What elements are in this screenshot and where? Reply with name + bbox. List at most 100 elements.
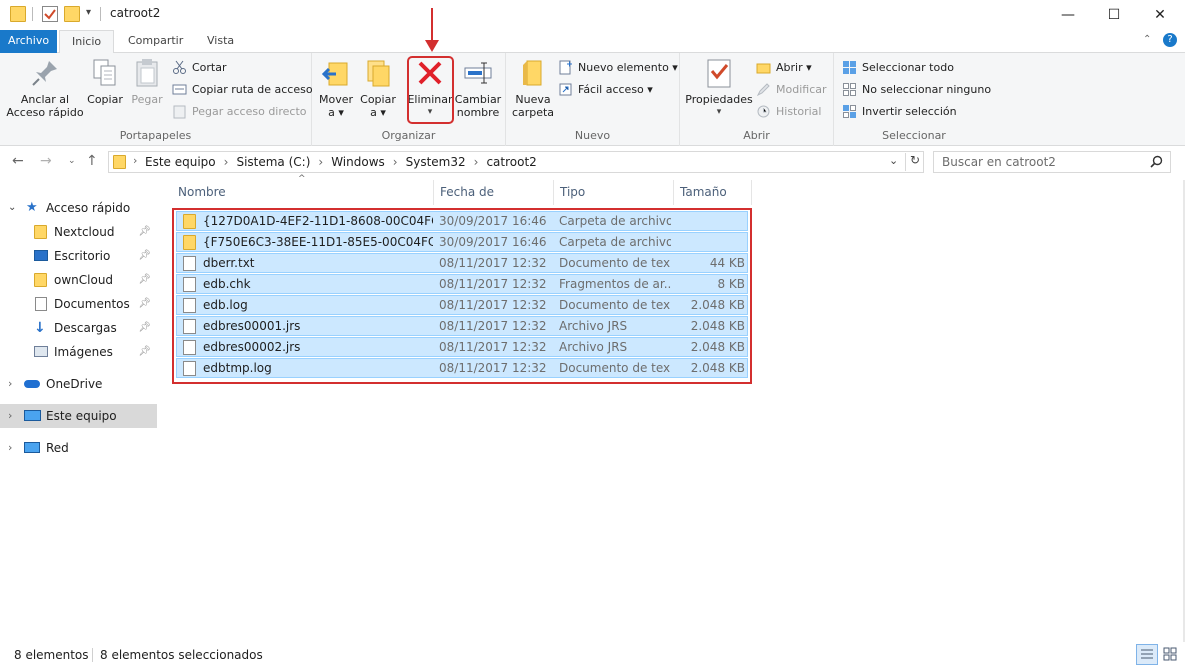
selection-highlight-box	[172, 208, 752, 384]
nav-quick-access[interactable]: ⌄ ★ Acceso rápido	[0, 196, 157, 220]
tab-archivo[interactable]: Archivo	[0, 30, 57, 53]
nav-label: OneDrive	[46, 377, 103, 391]
collapse-ribbon-icon[interactable]: ⌃	[1143, 34, 1151, 45]
group-label-portapapeles: Portapapeles	[119, 129, 192, 142]
forward-arrow-icon[interactable]: →	[40, 153, 52, 169]
move-to-button[interactable]: Mover a ▾	[316, 57, 356, 119]
properties-check-icon[interactable]	[42, 6, 58, 22]
group-label-organizar: Organizar	[381, 129, 436, 142]
breadcrumb-chevron-icon[interactable]: ›	[318, 154, 323, 170]
history-button[interactable]: Historial	[756, 102, 821, 122]
navigation-bar: ← → ⌄ ↑ › Este equipo › Sistema (C:) › W…	[0, 147, 1185, 177]
nav-onedrive[interactable]: › OneDrive	[0, 372, 157, 396]
move-to-label-line2: a ▾	[328, 106, 344, 119]
new-folder-icon[interactable]	[64, 6, 80, 22]
breadcrumb-item[interactable]: System32	[406, 154, 466, 170]
large-icons-view-icon[interactable]	[1160, 644, 1182, 665]
nav-this-pc[interactable]: › Este equipo	[0, 404, 157, 428]
column-header-name[interactable]: Nombre	[172, 180, 434, 205]
breadcrumb-item[interactable]: catroot2	[486, 154, 536, 170]
ribbon: Anclar al Acceso rápido Copiar Pegar Cor…	[0, 53, 1185, 146]
column-header-date[interactable]: Fecha de modifica...	[434, 180, 554, 224]
customize-qat-icon[interactable]: ▾	[86, 7, 91, 18]
pin-icon[interactable]: 📌︎	[138, 220, 151, 244]
breadcrumb-chevron-icon[interactable]: ›	[133, 154, 137, 167]
easy-access-label: Fácil acceso ▾	[578, 83, 653, 96]
breadcrumb-chevron-icon[interactable]: ›	[393, 154, 398, 170]
pin-icon[interactable]: 📌︎	[138, 340, 151, 364]
open-label: Abrir ▾	[776, 61, 812, 74]
easy-access-button[interactable]: Fácil acceso ▾	[558, 80, 653, 100]
refresh-icon[interactable]: ↻	[905, 153, 920, 171]
window-title: catroot2	[110, 6, 161, 20]
new-folder-label-line2: carpeta	[511, 106, 555, 119]
cloud-icon	[24, 380, 40, 388]
nav-item-escritorio[interactable]: Escritorio 📌︎	[0, 244, 157, 268]
tab-vista[interactable]: Vista	[195, 30, 246, 53]
group-portapapeles: Anclar al Acceso rápido Copiar Pegar Cor…	[0, 53, 313, 146]
move-to-icon	[320, 57, 352, 89]
select-none-button[interactable]: No seleccionar ninguno	[842, 80, 991, 100]
copy-to-button[interactable]: Copiar a ▾	[358, 57, 398, 119]
expand-chevron-icon[interactable]: ›	[8, 436, 12, 460]
pin-label-line1: Anclar al	[20, 93, 70, 106]
breadcrumb-item[interactable]: Windows	[331, 154, 385, 170]
pin-icon[interactable]: 📌︎	[138, 244, 151, 268]
up-arrow-icon[interactable]: ↑	[86, 153, 98, 169]
column-header-type[interactable]: Tipo	[554, 180, 674, 205]
breadcrumb-chevron-icon[interactable]: ›	[474, 154, 479, 170]
address-dropdown-icon[interactable]: ⌄	[889, 154, 898, 167]
paste-button[interactable]: Pegar	[128, 57, 166, 106]
search-input[interactable]: Buscar en catroot2	[933, 151, 1171, 173]
rename-button[interactable]: Cambiar nombre	[454, 57, 502, 119]
breadcrumb-item[interactable]: Este equipo	[145, 154, 216, 170]
nav-item-owncloud[interactable]: ownCloud 📌︎	[0, 268, 157, 292]
maximize-button[interactable]: ☐	[1091, 0, 1137, 30]
close-button[interactable]: ✕	[1137, 0, 1183, 30]
paste-shortcut-button[interactable]: Pegar acceso directo	[172, 102, 307, 122]
search-icon	[1150, 155, 1163, 171]
expand-chevron-icon[interactable]: ›	[8, 372, 12, 396]
nav-label: Este equipo	[46, 409, 117, 423]
select-none-label: No seleccionar ninguno	[862, 83, 992, 96]
nav-item-documentos[interactable]: Documentos 📌︎	[0, 292, 157, 316]
pin-quick-access-button[interactable]: Anclar al Acceso rápido	[6, 57, 84, 119]
properties-dropdown-caret[interactable]: ▾	[684, 106, 754, 119]
properties-button[interactable]: Propiedades ▾	[684, 57, 754, 119]
details-view-icon[interactable]	[1136, 644, 1158, 665]
minimize-button[interactable]: —	[1045, 0, 1091, 30]
tab-inicio[interactable]: Inicio	[59, 30, 115, 54]
pin-icon[interactable]: 📌︎	[138, 268, 151, 292]
nav-network[interactable]: › Red	[0, 436, 157, 460]
new-folder-button[interactable]: Nueva carpeta	[510, 57, 556, 119]
group-nuevo: Nueva carpeta Nuevo elemento ▾ Fácil acc…	[506, 53, 680, 146]
nav-item-descargas[interactable]: ↓ Descargas 📌︎	[0, 316, 157, 340]
invert-selection-button[interactable]: Invertir selección	[842, 102, 957, 122]
edit-button[interactable]: Modificar	[756, 80, 827, 100]
copy-button[interactable]: Copiar	[86, 57, 124, 106]
easy-access-icon	[558, 82, 573, 97]
cut-button[interactable]: Cortar	[172, 58, 227, 78]
breadcrumb-item[interactable]: Sistema (C:)	[236, 154, 310, 170]
nav-label: Descargas	[54, 321, 117, 335]
select-all-button[interactable]: Seleccionar todo	[842, 58, 954, 78]
column-header-size[interactable]: Tamaño	[674, 180, 752, 205]
expand-chevron-icon[interactable]: ⌄	[8, 196, 16, 220]
breadcrumb-chevron-icon[interactable]: ›	[224, 154, 229, 170]
pin-icon[interactable]: 📌︎	[138, 316, 151, 340]
nav-label: Red	[46, 441, 69, 455]
back-arrow-icon[interactable]: ←	[12, 153, 24, 169]
help-icon[interactable]: ?	[1163, 33, 1177, 47]
recent-locations-icon[interactable]: ⌄	[68, 156, 76, 166]
nav-item-imagenes[interactable]: Imágenes 📌︎	[0, 340, 157, 364]
desktop-icon	[34, 250, 48, 261]
nav-item-nextcloud[interactable]: Nextcloud 📌︎	[0, 220, 157, 244]
expand-chevron-icon[interactable]: ›	[8, 404, 12, 428]
new-item-button[interactable]: Nuevo elemento ▾	[558, 58, 678, 78]
copy-path-button[interactable]: Copiar ruta de acceso	[172, 80, 313, 100]
pin-icon[interactable]: 📌︎	[138, 292, 151, 316]
nav-label: Nextcloud	[54, 225, 115, 239]
address-bar[interactable]: › Este equipo › Sistema (C:) › Windows ›…	[108, 151, 924, 173]
open-button[interactable]: Abrir ▾	[756, 58, 812, 78]
tab-compartir[interactable]: Compartir	[116, 30, 195, 53]
